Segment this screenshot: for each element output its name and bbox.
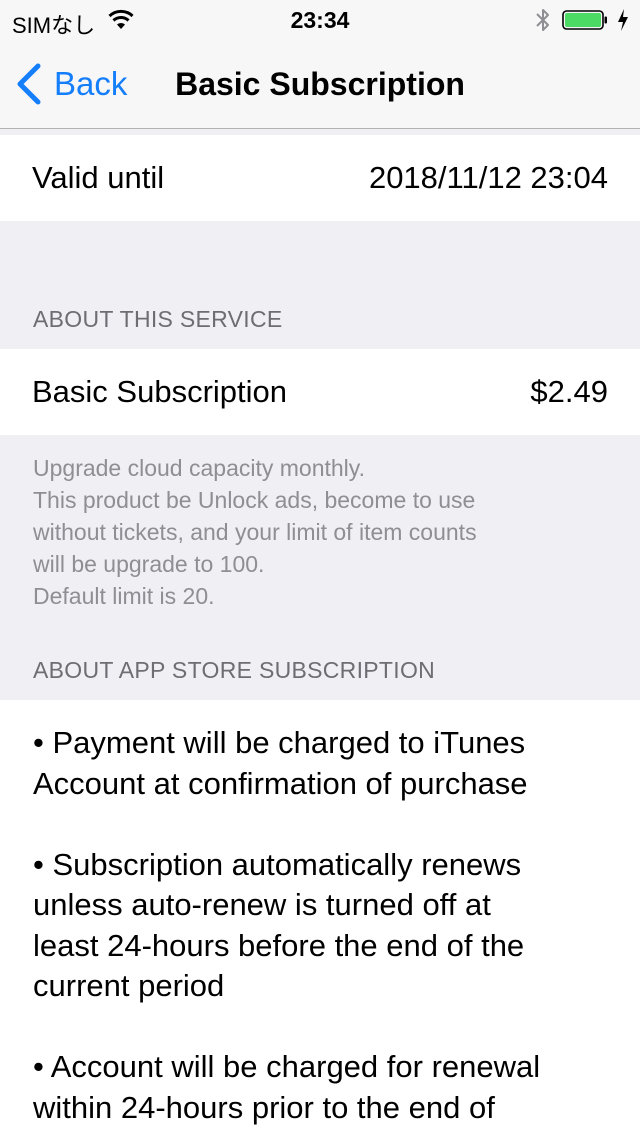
section-header-about-service: ABOUT THIS SERVICE — [33, 306, 283, 332]
subscription-product-row[interactable]: Basic Subscription $2.49 — [0, 349, 640, 435]
valid-until-label: Valid until — [32, 160, 165, 195]
navigation-bar: Back Basic Subscription — [0, 40, 640, 129]
product-price: $2.49 — [530, 374, 608, 409]
service-description-line: Default limit is 20. — [33, 583, 215, 609]
subscription-terms-text: • Payment will be charged to iTunes Acco… — [33, 725, 541, 1125]
battery-icon — [562, 10, 607, 30]
service-description-line: This product be Unlock ads, become to us… — [33, 487, 476, 513]
product-name: Basic Subscription — [32, 374, 288, 409]
page-title: Basic Subscription — [175, 66, 465, 102]
service-description-line: will be upgrade to 100. — [33, 551, 265, 577]
bluetooth-icon — [536, 9, 549, 31]
battery-level — [565, 13, 601, 27]
valid-until-row: Valid until 2018/11/12 23:04 — [0, 135, 640, 221]
section-header-app-store: ABOUT APP STORE SUBSCRIPTION — [33, 657, 436, 683]
service-description-line: Upgrade cloud capacity monthly. — [33, 455, 365, 481]
subscription-terms[interactable]: • Payment will be charged to iTunes Acco… — [0, 700, 640, 1136]
service-description: Upgrade cloud capacity monthly. This pro… — [33, 452, 623, 612]
service-description-line: without tickets, and your limit of item … — [33, 519, 477, 545]
valid-until-value: 2018/11/12 23:04 — [368, 160, 608, 195]
screen: SIMなし 23:34 Back Basic Subscription Vali… — [0, 0, 640, 1136]
status-bar: SIMなし 23:34 — [0, 0, 640, 40]
charging-icon — [618, 9, 628, 31]
